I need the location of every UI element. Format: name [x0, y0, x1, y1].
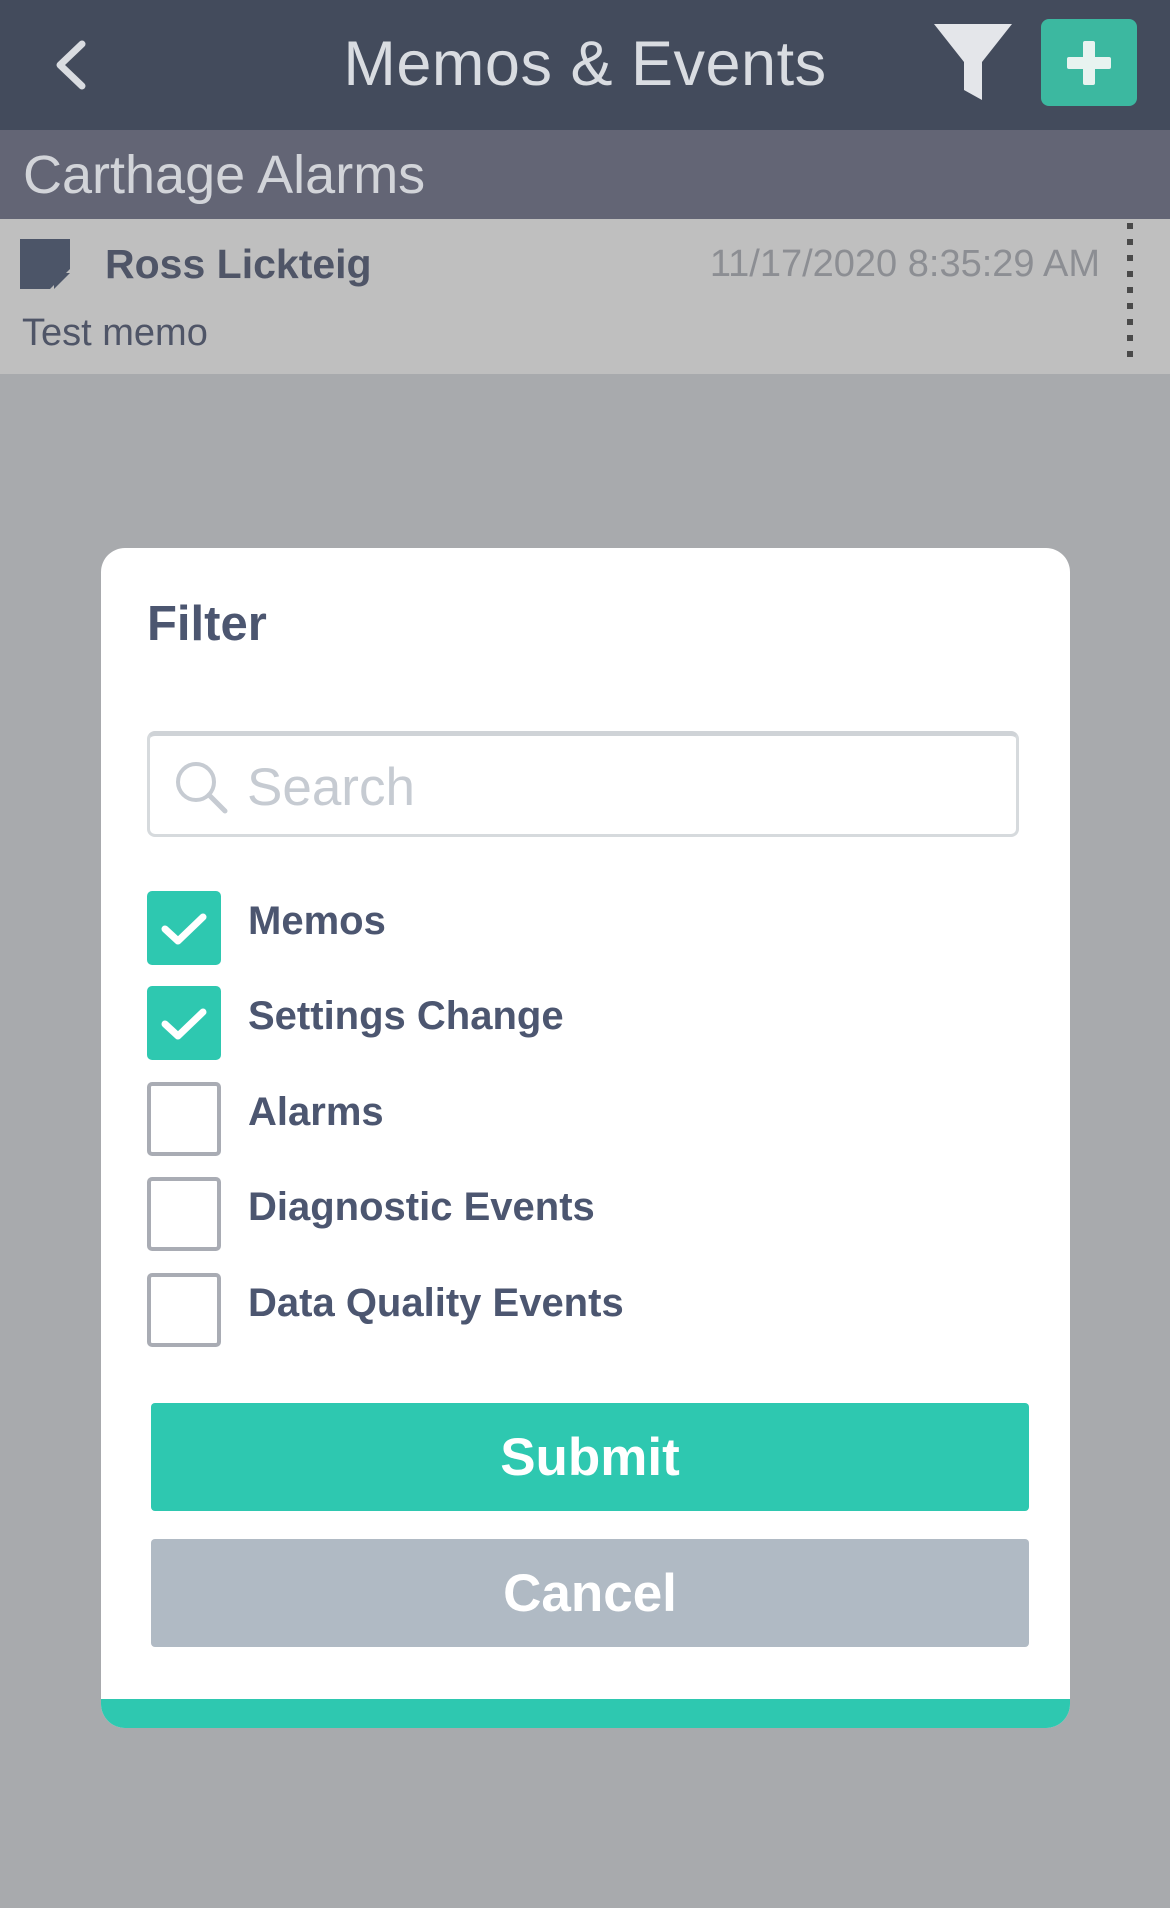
option-label: Alarms	[248, 1090, 384, 1134]
memo-timestamp: 11/17/2020 8:35:29 AM	[709, 243, 1100, 285]
checkbox-alarms[interactable]	[147, 1082, 221, 1156]
site-header: Carthage Alarms	[0, 130, 1170, 219]
memo-author: Ross Lickteig	[105, 241, 372, 287]
add-button[interactable]	[1041, 19, 1137, 106]
option-label: Diagnostic Events	[248, 1185, 595, 1229]
filter-option-settings-change[interactable]: Settings Change	[147, 986, 1007, 1060]
checkmark-icon	[161, 913, 207, 945]
filter-option-diagnostic-events[interactable]: Diagnostic Events	[147, 1177, 1007, 1251]
memo-text: Test memo	[22, 312, 208, 354]
option-label: Settings Change	[248, 994, 564, 1038]
funnel-icon	[934, 24, 1012, 100]
filter-option-alarms[interactable]: Alarms	[147, 1082, 1007, 1156]
filter-option-memos[interactable]: Memos	[147, 891, 1007, 965]
note-icon	[20, 239, 70, 289]
checkbox-diagnostic-events[interactable]	[147, 1177, 221, 1251]
top-nav-bar: Memos & Events	[0, 0, 1170, 130]
option-label: Data Quality Events	[248, 1281, 624, 1325]
filter-dialog: Filter Memos Settings Change Alarms Diag…	[101, 548, 1070, 1728]
option-label: Memos	[248, 899, 386, 943]
filter-button[interactable]	[930, 18, 1016, 106]
more-options-button[interactable]	[1120, 223, 1140, 371]
dialog-title: Filter	[147, 597, 267, 651]
cancel-button[interactable]: Cancel	[151, 1539, 1029, 1647]
site-name: Carthage Alarms	[23, 145, 426, 205]
memo-list-item[interactable]: Ross Lickteig 11/17/2020 8:35:29 AM Test…	[0, 219, 1170, 374]
vertical-dots-icon	[1120, 223, 1140, 357]
search-field[interactable]	[147, 731, 1019, 837]
submit-button[interactable]: Submit	[151, 1403, 1029, 1511]
search-input[interactable]	[245, 748, 989, 826]
plus-icon	[1067, 40, 1111, 85]
search-icon	[176, 762, 228, 814]
checkbox-settings-change[interactable]	[147, 986, 221, 1060]
filter-option-data-quality-events[interactable]: Data Quality Events	[147, 1273, 1007, 1347]
checkbox-memos[interactable]	[147, 891, 221, 965]
checkbox-data-quality-events[interactable]	[147, 1273, 221, 1347]
checkmark-icon	[161, 1008, 207, 1040]
dialog-accent-bar	[101, 1699, 1070, 1728]
